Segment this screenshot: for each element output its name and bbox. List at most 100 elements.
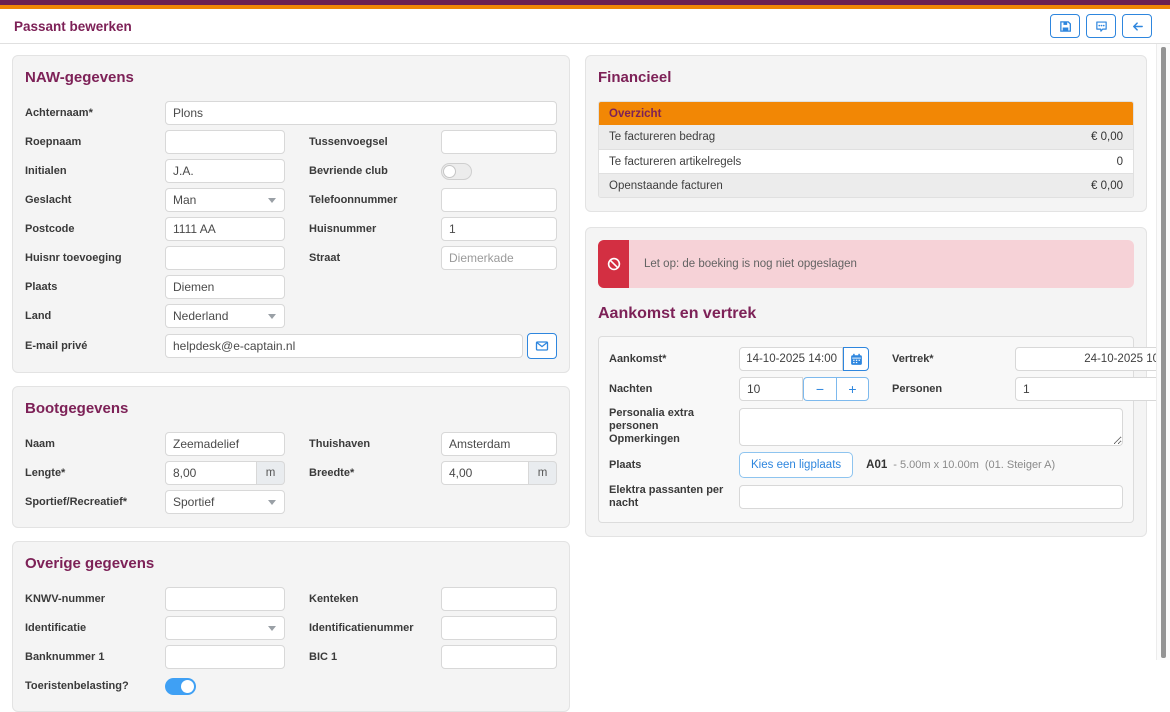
fin-row-value: € 0,00 xyxy=(1091,131,1123,143)
lengte-input[interactable] xyxy=(165,461,257,485)
nachten-minus-button[interactable]: − xyxy=(803,377,836,401)
land-label: Land xyxy=(25,310,165,322)
fin-row-label: Te factureren artikelregels xyxy=(609,156,741,168)
telefoonnummer-label: Telefoonnummer xyxy=(285,194,441,206)
boot-panel: Bootgegevens Naam Thuishaven Lengte* m B… xyxy=(12,386,570,528)
toggle-knob xyxy=(181,680,194,693)
elektra-input[interactable] xyxy=(739,485,1123,509)
knwv-label: KNWV-nummer xyxy=(25,593,165,605)
calendar-icon xyxy=(850,353,863,366)
land-selected-value: Nederland xyxy=(173,309,228,323)
land-select[interactable]: Nederland xyxy=(165,304,285,328)
naw-panel: NAW-gegevens Achternaam* Roepnaam Tussen… xyxy=(12,55,570,373)
nachten-plus-button[interactable]: + xyxy=(836,377,869,401)
financieel-panel-title: Financieel xyxy=(598,69,1134,86)
sportief-selected-value: Sportief xyxy=(173,495,214,509)
roepnaam-input[interactable] xyxy=(165,130,285,154)
sportief-select[interactable]: Sportief xyxy=(165,490,285,514)
toeristenbelasting-label: Toeristenbelasting? xyxy=(25,680,165,692)
naw-panel-title: NAW-gegevens xyxy=(25,69,557,86)
aankomst-input[interactable] xyxy=(739,347,843,371)
caret-down-icon xyxy=(268,626,276,631)
postcode-input[interactable] xyxy=(165,217,285,241)
boot-naam-input[interactable] xyxy=(165,432,285,456)
telefoonnummer-input[interactable] xyxy=(441,188,557,212)
achternaam-label: Achternaam* xyxy=(25,107,165,119)
page-title: Passant bewerken xyxy=(14,19,132,34)
fin-row-openstaande-facturen: Openstaande facturen € 0,00 xyxy=(599,173,1133,197)
identificatie-label: Identificatie xyxy=(25,622,165,634)
back-button[interactable] xyxy=(1122,14,1152,38)
alert-message: Let op: de boeking is nog niet opgeslage… xyxy=(629,240,857,288)
breedte-input[interactable] xyxy=(441,461,529,485)
kies-ligplaats-button[interactable]: Kies een ligplaats xyxy=(739,452,853,478)
initialen-input[interactable] xyxy=(165,159,285,183)
ligplaats-steiger: (01. Steiger A) xyxy=(985,459,1055,471)
toeristenbelasting-toggle[interactable] xyxy=(165,678,196,695)
geslacht-select[interactable]: Man xyxy=(165,188,285,212)
identificatienummer-input[interactable] xyxy=(441,616,557,640)
bic-input[interactable] xyxy=(441,645,557,669)
left-column: NAW-gegevens Achternaam* Roepnaam Tussen… xyxy=(12,55,570,712)
scrollbar-track[interactable] xyxy=(1156,44,1170,660)
comment-icon xyxy=(1095,20,1108,33)
financieel-panel: Financieel Overzicht Te factureren bedra… xyxy=(585,55,1147,212)
banknummer-input[interactable] xyxy=(165,645,285,669)
caret-down-icon xyxy=(268,500,276,505)
personalia-opmerkingen-textarea[interactable] xyxy=(739,408,1123,446)
nachten-input[interactable] xyxy=(739,377,803,401)
save-button[interactable] xyxy=(1050,14,1080,38)
comment-button[interactable] xyxy=(1086,14,1116,38)
overzicht-header: Overzicht xyxy=(599,102,1133,125)
header-buttons xyxy=(1044,14,1152,38)
ligplaats-code: A01 xyxy=(866,459,887,471)
envelope-icon xyxy=(535,339,549,353)
tussenvoegsel-label: Tussenvoegsel xyxy=(285,136,441,148)
breedte-label: Breedte* xyxy=(285,467,441,479)
fin-row-label: Openstaande facturen xyxy=(609,180,723,192)
geslacht-label: Geslacht xyxy=(25,194,165,206)
achternaam-input[interactable] xyxy=(165,101,557,125)
boot-panel-title: Bootgegevens xyxy=(25,400,557,417)
email-prive-input[interactable] xyxy=(165,334,523,358)
fin-row-label: Te factureren bedrag xyxy=(609,131,715,143)
huisnr-toevoeging-input[interactable] xyxy=(165,246,285,270)
bevriende-club-label: Bevriende club xyxy=(285,165,441,177)
ligplaats-size: - 5.00m x 10.00m xyxy=(893,459,979,471)
right-column: Financieel Overzicht Te factureren bedra… xyxy=(585,55,1147,712)
banknummer-label: Banknummer 1 xyxy=(25,651,165,663)
vertrek-label: Vertrek* xyxy=(869,353,1015,365)
straat-label: Straat xyxy=(285,252,441,264)
prohibition-icon xyxy=(606,256,622,272)
boeking-fields-box: Aankomst* Vertrek* xyxy=(598,336,1134,523)
caret-down-icon xyxy=(268,198,276,203)
huisnummer-label: Huisnummer xyxy=(285,223,441,235)
vertrek-input[interactable] xyxy=(1015,347,1170,371)
straat-input[interactable] xyxy=(441,246,557,270)
plaats-input[interactable] xyxy=(165,275,285,299)
save-icon xyxy=(1059,20,1072,33)
bic-label: BIC 1 xyxy=(285,651,441,663)
financieel-table: Overzicht Te factureren bedrag € 0,00 Te… xyxy=(598,101,1134,198)
huisnummer-input[interactable] xyxy=(441,217,557,241)
scrollbar-thumb[interactable] xyxy=(1161,47,1166,658)
huisnr-toevoeging-label: Huisnr toevoeging xyxy=(25,252,165,264)
identificatie-select[interactable] xyxy=(165,616,285,640)
boeking-panel: Let op: de boeking is nog niet opgeslage… xyxy=(585,227,1147,537)
personen-input[interactable] xyxy=(1015,377,1170,401)
lengte-unit: m xyxy=(257,461,285,485)
fin-row-te-factureren-bedrag: Te factureren bedrag € 0,00 xyxy=(599,125,1133,149)
roepnaam-label: Roepnaam xyxy=(25,136,165,148)
personen-label: Personen xyxy=(869,383,1015,395)
geslacht-selected-value: Man xyxy=(173,193,196,207)
tussenvoegsel-input[interactable] xyxy=(441,130,557,154)
kenteken-label: Kenteken xyxy=(285,593,441,605)
send-email-button[interactable] xyxy=(527,333,557,359)
aankomst-label: Aankomst* xyxy=(609,353,739,365)
knwv-input[interactable] xyxy=(165,587,285,611)
kenteken-input[interactable] xyxy=(441,587,557,611)
lengte-label: Lengte* xyxy=(25,467,165,479)
thuishaven-input[interactable] xyxy=(441,432,557,456)
bevriende-club-toggle[interactable] xyxy=(441,163,472,180)
aankomst-calendar-button[interactable] xyxy=(843,347,869,371)
